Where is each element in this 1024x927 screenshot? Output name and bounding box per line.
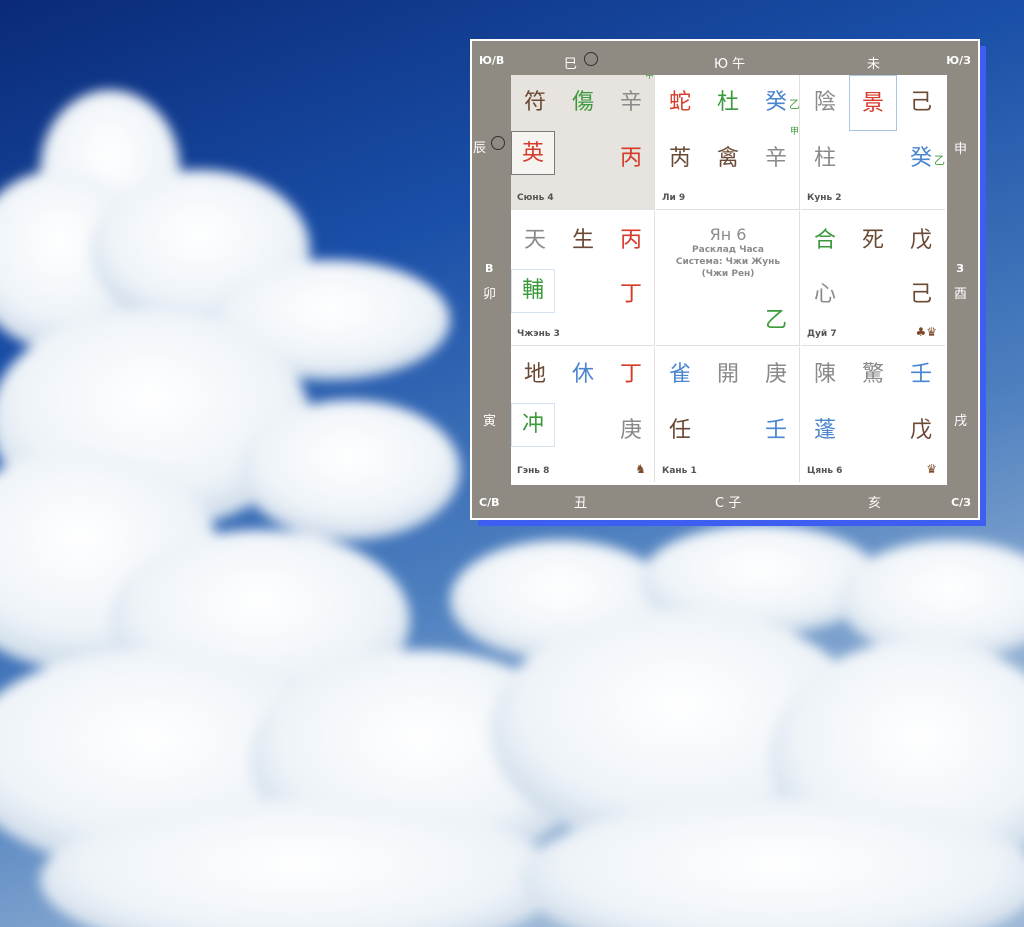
spirit-char: 陳 — [813, 362, 836, 387]
star-char: 英 — [511, 131, 555, 175]
palace-li-9[interactable]: 蛇 杜 癸乙 芮 禽 辛甲 Ли 9 — [656, 75, 800, 210]
palace-name: Гэнь 8 — [517, 466, 550, 476]
marker-circle-icon — [584, 52, 598, 66]
star-char: 心 — [813, 282, 836, 307]
heaven-stem-char: 辛甲 — [619, 75, 654, 115]
corner-nw: Ю/В — [479, 54, 505, 67]
heaven-stem-char: 己 — [909, 90, 932, 115]
door-char: 杜 — [716, 90, 739, 115]
earth-stem-char: 癸乙 — [909, 146, 945, 171]
earth-stem-char: 辛甲 — [764, 127, 799, 172]
spirit-char: 陰 — [813, 90, 836, 115]
branch-right-bottom: 戌 — [953, 414, 967, 429]
branch-top-mid: Ю 午 — [714, 57, 746, 72]
palace-name: Кань 1 — [662, 466, 697, 476]
palace-zhen-3[interactable]: 天 生 丙 輔 丁 Чжэнь 3 — [511, 211, 655, 346]
earth-stem-char: 丙 — [619, 146, 642, 171]
star-char: 任 — [668, 418, 691, 443]
center-info: Ян 6 Расклад Часа Система: Чжи Жунь (Чжи… — [656, 225, 799, 280]
chess-knight-icon: ♞ — [635, 462, 646, 476]
earth-stem-char: 庚 — [619, 418, 642, 443]
heaven-stem-char: 戊 — [909, 228, 932, 253]
door-char: 驚 — [861, 362, 884, 387]
palace-xun-4[interactable]: 符 傷 辛甲 英 丙 Сюнь 4 — [511, 75, 655, 210]
palace-name: Дуй 7 — [807, 329, 837, 339]
spirit-char: 合 — [813, 228, 836, 253]
door-char: 傷 — [571, 90, 594, 115]
door-char: 開 — [716, 362, 739, 387]
palace-kun-2[interactable]: 陰 景 己 柱 癸乙 Кунь 2 — [801, 75, 945, 210]
branch-right-top: 申 — [953, 142, 967, 157]
branch-top-left: 巳 — [564, 57, 578, 72]
branch-top-right: 未 — [867, 57, 881, 72]
dir-left: В — [485, 262, 494, 275]
center-system: Система: Чжи Жунь — [675, 257, 781, 267]
spirit-char: 符 — [523, 90, 546, 115]
marker-circle-icon — [491, 136, 505, 150]
spirit-char: 雀 — [668, 362, 691, 387]
palace-center: Ян 6 Расклад Часа Система: Чжи Жунь (Чжи… — [656, 211, 800, 346]
palace-gen-8[interactable]: 地 休 丁 冲 庚 Гэнь 8 ♞ — [511, 347, 655, 482]
star-char: 柱 — [813, 146, 836, 171]
door-char: 生 — [571, 228, 594, 253]
branch-bottom-mid: С 子 — [715, 496, 742, 511]
center-title: Ян 6 — [709, 225, 747, 244]
chess-king-icon: ♛ — [926, 462, 937, 476]
spirit-char: 地 — [523, 362, 546, 387]
branch-bottom-right: 亥 — [868, 496, 882, 511]
door-char: 景 — [849, 75, 897, 131]
door-char: 休 — [571, 362, 594, 387]
palace-kan-1[interactable]: 雀 開 庚 任 壬 Кань 1 — [656, 347, 800, 482]
star2-char: 禽 — [716, 146, 739, 171]
heaven-stem-char: 壬 — [909, 362, 932, 387]
heaven-stem-char: 癸乙 — [764, 90, 800, 115]
center-system-alt: (Чжи Рен) — [701, 269, 755, 279]
palace-name: Цянь 6 — [807, 466, 843, 476]
branch-left-mid: 卯 — [483, 287, 497, 302]
corner-ne: Ю/З — [946, 54, 971, 67]
star-char: 芮 — [668, 146, 691, 171]
corner-se: С/З — [951, 496, 971, 509]
branch-right-mid: 酉 — [953, 287, 967, 302]
earth-stem-char: 壬 — [764, 418, 787, 443]
spirit-char: 天 — [523, 228, 546, 253]
dir-right: З — [956, 262, 964, 275]
palace-name: Кунь 2 — [807, 193, 842, 203]
spirit-char: 蛇 — [668, 90, 691, 115]
center-stem-char: 乙 — [764, 308, 787, 333]
palace-name: Чжэнь 3 — [517, 329, 560, 339]
star-char: 蓬 — [813, 418, 836, 443]
chess-piece-icon: ♣♛ — [915, 325, 937, 339]
heaven-stem-char: 庚 — [764, 362, 787, 387]
earth-stem-char: 丁 — [619, 282, 642, 307]
palace-qian-6[interactable]: 陳 驚 壬 蓬 戊 Цянь 6 ♛ — [801, 347, 945, 482]
branch-left-top: 辰 — [473, 141, 487, 156]
qimen-chart-panel: Ю/В Ю/З С/В С/З 巳 Ю 午 未 丑 С 子 亥 辰 В 卯 寅 … — [470, 39, 980, 520]
palace-grid: 符 傷 辛甲 英 丙 Сюнь 4 蛇 杜 癸乙 芮 禽 辛甲 Ли 9 陰 景… — [511, 75, 947, 485]
corner-sw: С/В — [479, 496, 500, 509]
palace-name: Ли 9 — [662, 193, 686, 203]
center-layout: Расклад Часа — [692, 245, 764, 255]
heaven-stem-char: 丙 — [619, 228, 642, 253]
earth-stem-char: 戊 — [909, 418, 932, 443]
heaven-stem-char: 丁 — [619, 362, 642, 387]
palace-dui-7[interactable]: 合 死 戊 心 己 Дуй 7 ♣♛ — [801, 211, 945, 346]
branch-bottom-left: 丑 — [574, 496, 588, 511]
door-char: 死 — [861, 228, 884, 253]
palace-name: Сюнь 4 — [517, 193, 554, 203]
star-char: 冲 — [511, 403, 555, 447]
star-char: 輔 — [511, 269, 555, 313]
branch-left-bottom: 寅 — [483, 414, 497, 429]
earth-stem-char: 己 — [909, 282, 932, 307]
